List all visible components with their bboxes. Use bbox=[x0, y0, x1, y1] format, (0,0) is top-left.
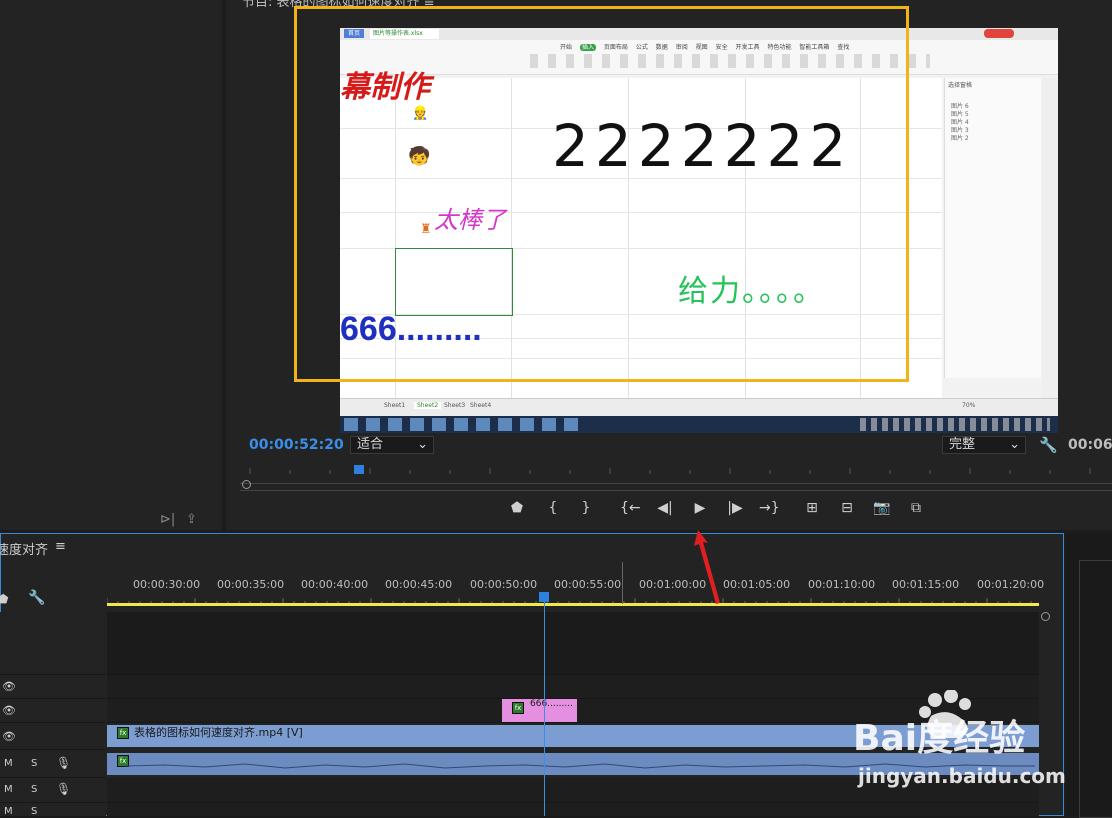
ruler-label: 00:00:35:00 bbox=[217, 578, 285, 591]
add-marker-icon[interactable]: ⬟ bbox=[0, 592, 8, 606]
microphone-icon[interactable]: 🎙 bbox=[56, 782, 71, 796]
track-header-v3: 👁 bbox=[0, 675, 106, 699]
mute-button[interactable]: M bbox=[4, 758, 13, 769]
pane-item: 图片 6 bbox=[951, 103, 969, 110]
solo-button[interactable]: S bbox=[31, 758, 37, 769]
play-icon[interactable]: ▶ bbox=[690, 500, 710, 516]
ruler-label: 00:01:20:00 bbox=[977, 578, 1045, 591]
ruler-label: 00:00:45:00 bbox=[385, 578, 453, 591]
step-forward-icon[interactable]: |▶ bbox=[725, 500, 745, 516]
add-marker-icon[interactable]: ⬟ bbox=[507, 500, 527, 516]
mute-button[interactable]: M bbox=[4, 806, 13, 817]
selection-pane: 选择窗格 图片 6 图片 5 图片 4 图片 3 图片 2 bbox=[944, 78, 1041, 378]
compare-view-icon[interactable]: ⧉ bbox=[906, 500, 926, 516]
highlight-box bbox=[294, 6, 909, 382]
track-header-a2: M S 🎙 bbox=[0, 778, 106, 803]
system-tray bbox=[860, 418, 1050, 431]
solo-button[interactable]: S bbox=[31, 806, 37, 817]
go-to-out-icon[interactable]: →} bbox=[759, 500, 780, 516]
zoom-scroll-handle[interactable] bbox=[1041, 612, 1050, 621]
duration-timecode: 00:06:4 bbox=[1068, 437, 1112, 453]
graphic-clip-label: 666......... bbox=[530, 699, 573, 709]
quality-value: 完整 bbox=[949, 437, 976, 452]
settings-wrench-icon[interactable]: 🔧 bbox=[1039, 436, 1058, 454]
ruler-label: 00:00:30:00 bbox=[133, 578, 201, 591]
track-header-a1: M S 🎙 bbox=[0, 750, 106, 778]
solo-button[interactable]: S bbox=[31, 784, 37, 795]
pane-item: 图片 5 bbox=[951, 111, 969, 118]
taskbar-icons bbox=[344, 418, 584, 431]
ruler-label: 00:00:55:00 bbox=[554, 578, 622, 591]
wps-login-badge bbox=[984, 29, 1014, 38]
eye-icon[interactable]: 👁 bbox=[2, 704, 16, 717]
watermark-url: jingyan.baidu.com bbox=[858, 764, 1066, 788]
playback-quality-dropdown[interactable]: 完整 ⌄ bbox=[942, 436, 1026, 454]
eye-icon[interactable]: 👁 bbox=[2, 680, 16, 693]
step-back-icon[interactable]: ◀| bbox=[655, 500, 675, 516]
mark-in-icon[interactable]: { bbox=[543, 500, 563, 516]
camera-icon[interactable]: 📷 bbox=[872, 500, 892, 516]
wps-right-toolbar bbox=[1042, 78, 1058, 408]
playhead-timecode[interactable]: 00:00:52:20 bbox=[249, 437, 344, 453]
sheet-tab: Sheet3 bbox=[444, 402, 466, 409]
ruler-label: 00:01:15:00 bbox=[892, 578, 960, 591]
sequence-tab[interactable]: 速度对齐 bbox=[0, 539, 48, 558]
ruler-label: 00:01:05:00 bbox=[723, 578, 791, 591]
windows-taskbar bbox=[340, 416, 1058, 433]
selection-pane-title: 选择窗格 bbox=[948, 82, 973, 89]
timeline-playhead[interactable] bbox=[539, 592, 549, 602]
timeline-playhead-line[interactable] bbox=[544, 602, 545, 816]
ruler-label: 00:00:40:00 bbox=[301, 578, 369, 591]
fx-badge-icon: fx bbox=[512, 702, 524, 714]
extract-icon[interactable]: ⊟ bbox=[837, 500, 857, 516]
pane-item: 图片 2 bbox=[951, 135, 969, 142]
timeline-settings-wrench-icon[interactable]: 🔧 bbox=[28, 590, 45, 606]
microphone-icon[interactable]: 🎙 bbox=[56, 756, 71, 770]
sheet-tab: Sheet4 bbox=[470, 402, 492, 409]
insert-icon[interactable]: ⊳| bbox=[160, 512, 175, 527]
monitor-time-ruler[interactable] bbox=[240, 462, 1112, 474]
work-area-bar[interactable] bbox=[107, 603, 1039, 606]
zoom-level: 70% bbox=[962, 402, 976, 409]
track-header-v1: 👁 bbox=[0, 723, 106, 750]
video-clip-label: 表格的图标如何速度对齐.mp4 [V] bbox=[134, 726, 303, 739]
ruler-label: 00:00:50:00 bbox=[470, 578, 538, 591]
track-header-v2: 👁 bbox=[0, 699, 106, 723]
chevron-down-icon: ⌄ bbox=[1009, 437, 1020, 452]
sequence-menu-icon[interactable]: ≡ bbox=[55, 539, 66, 554]
wps-sheet-tabs: Sheet1 Sheet2 Sheet3 Sheet4 70% bbox=[340, 398, 1058, 417]
scroll-handle[interactable] bbox=[242, 480, 251, 489]
sequence-end-marker bbox=[622, 562, 623, 604]
monitor-scroll-bar[interactable] bbox=[240, 483, 1112, 491]
track-area-empty bbox=[107, 612, 1039, 675]
eye-icon[interactable]: 👁 bbox=[2, 730, 16, 743]
track-header-a3: M S bbox=[0, 803, 106, 817]
zoom-fit-dropdown[interactable]: 适合 ⌄ bbox=[350, 436, 434, 454]
sheet-tab-active: Sheet2 bbox=[414, 402, 442, 409]
zoom-fit-value: 适合 bbox=[357, 437, 384, 452]
mute-button[interactable]: M bbox=[4, 784, 13, 795]
project-panel bbox=[0, 0, 222, 530]
go-to-in-icon[interactable]: {← bbox=[620, 500, 641, 516]
pane-item: 图片 3 bbox=[951, 127, 969, 134]
mark-out-icon[interactable]: } bbox=[576, 500, 596, 516]
red-arrow-annotation bbox=[694, 530, 720, 604]
track-header-empty bbox=[0, 612, 106, 675]
track-a3[interactable] bbox=[107, 803, 1039, 817]
ruler-label: 00:01:10:00 bbox=[808, 578, 876, 591]
chevron-down-icon: ⌄ bbox=[417, 437, 428, 452]
monitor-playhead[interactable] bbox=[354, 465, 364, 474]
sheet-tab: Sheet1 bbox=[384, 402, 406, 409]
fx-badge-icon: fx bbox=[117, 727, 129, 739]
export-icon[interactable]: ⇪ bbox=[186, 512, 197, 527]
lift-icon[interactable]: ⊞ bbox=[802, 500, 822, 516]
pane-item: 图片 4 bbox=[951, 119, 969, 126]
baidu-logo-text: Bai度经验 bbox=[853, 718, 1025, 759]
